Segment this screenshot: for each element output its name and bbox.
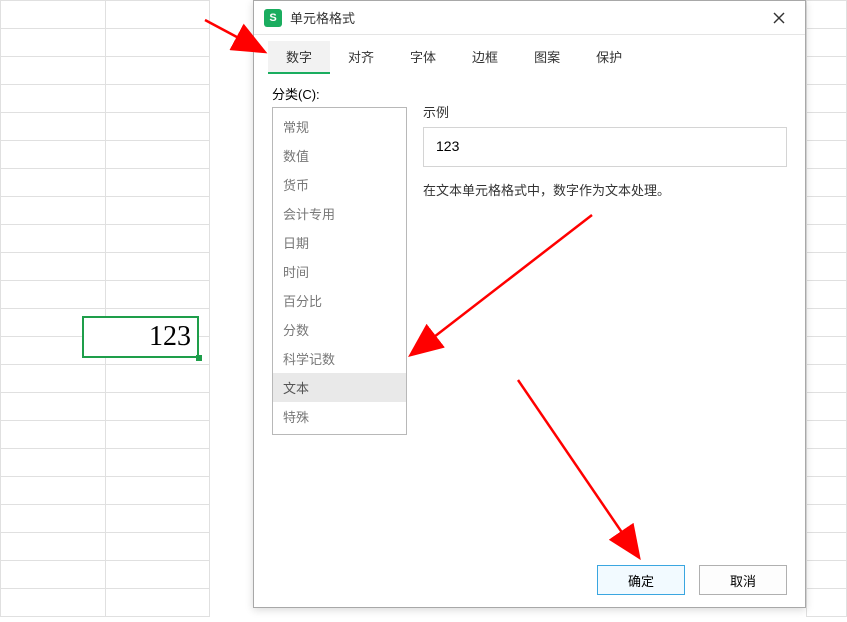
example-value: 123 [436,138,459,154]
tab-border[interactable]: 边框 [454,41,516,74]
close-icon [773,12,785,24]
selected-cell-value: 123 [149,321,191,353]
category-percentage[interactable]: 百分比 [273,286,406,315]
titlebar: S 单元格格式 [254,1,805,35]
tab-pattern[interactable]: 图案 [516,41,578,74]
example-label: 示例 [423,102,787,121]
spreadsheet-bg [0,0,210,622]
category-date[interactable]: 日期 [273,228,406,257]
category-number[interactable]: 数值 [273,141,406,170]
category-accounting[interactable]: 会计专用 [273,199,406,228]
dialog-title: 单元格格式 [290,8,759,27]
cancel-button[interactable]: 取消 [699,565,787,595]
close-button[interactable] [759,4,799,32]
category-currency[interactable]: 货币 [273,170,406,199]
category-general[interactable]: 常规 [273,112,406,141]
category-list[interactable]: 常规 数值 货币 会计专用 日期 时间 百分比 分数 科学记数 文本 特殊 自定… [272,107,407,435]
category-label: 分类(C): [272,84,407,103]
category-scientific[interactable]: 科学记数 [273,344,406,373]
dialog-footer: 确定 取消 [254,553,805,607]
tab-font[interactable]: 字体 [392,41,454,74]
cell-format-dialog: S 单元格格式 数字 对齐 字体 边框 图案 保护 分类(C): 常规 数值 货… [253,0,806,608]
spreadsheet-bg-right [806,0,847,622]
example-box: 123 [423,127,787,167]
ok-button[interactable]: 确定 [597,565,685,595]
category-special[interactable]: 特殊 [273,402,406,431]
category-text[interactable]: 文本 [273,373,406,402]
tab-alignment[interactable]: 对齐 [330,41,392,74]
category-custom[interactable]: 自定义 [273,431,406,435]
tab-protection[interactable]: 保护 [578,41,640,74]
category-time[interactable]: 时间 [273,257,406,286]
format-description: 在文本单元格格式中，数字作为文本处理。 [423,181,787,202]
selected-cell[interactable]: 123 [82,316,199,358]
tab-number[interactable]: 数字 [268,41,330,74]
tab-bar: 数字 对齐 字体 边框 图案 保护 [254,35,805,74]
fill-handle[interactable] [196,355,202,361]
category-fraction[interactable]: 分数 [273,315,406,344]
app-icon: S [264,9,282,27]
dialog-body: 分类(C): 常规 数值 货币 会计专用 日期 时间 百分比 分数 科学记数 文… [254,74,805,553]
